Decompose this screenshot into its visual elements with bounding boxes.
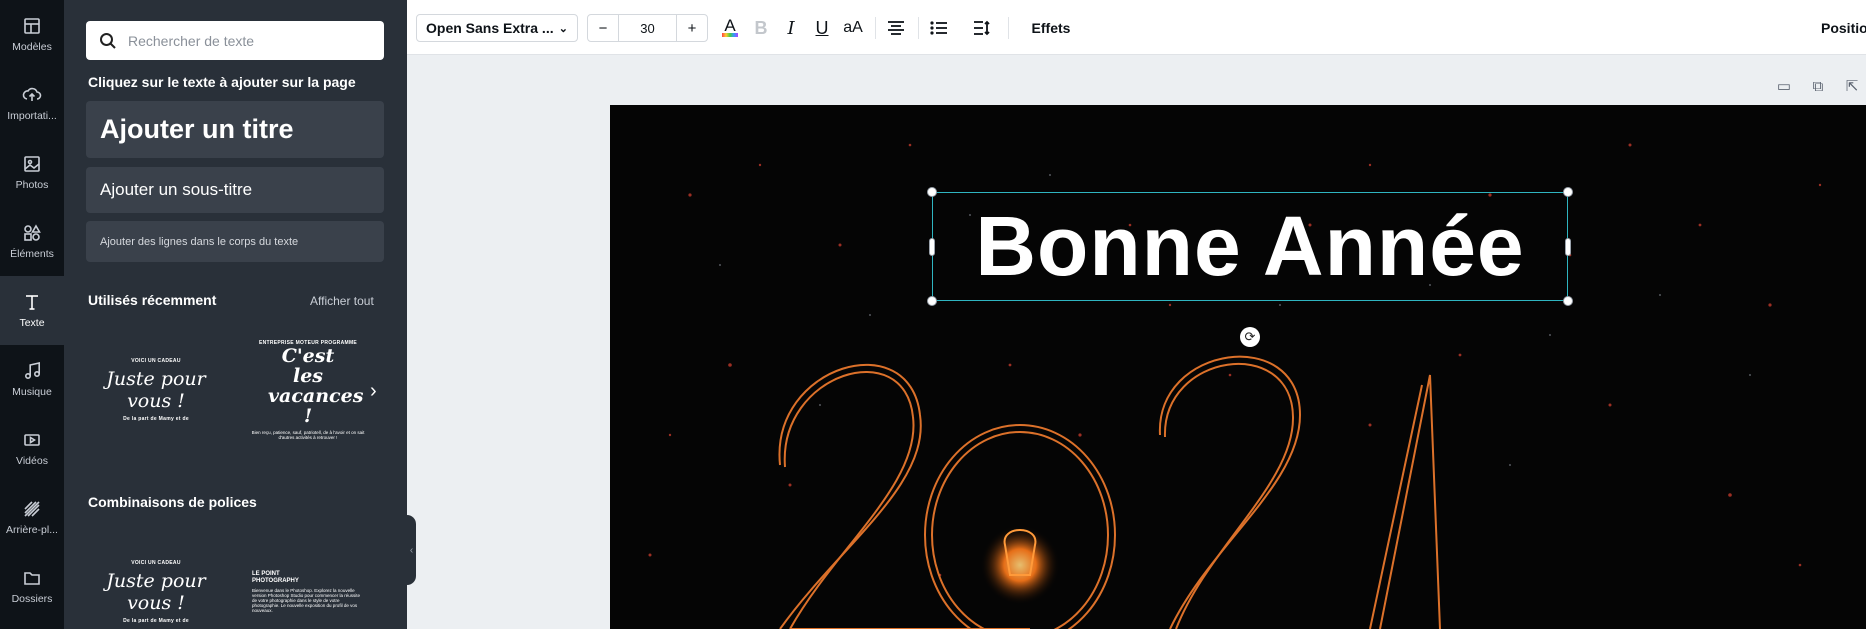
headline-text-box[interactable]: Bonne Année [932,192,1568,301]
toolbar-divider [918,17,919,39]
text-color-button[interactable]: A [716,14,744,42]
add-body-text-button[interactable]: Ajouter des lignes dans le corps du text… [86,221,384,262]
rail-label: Éléments [10,248,54,260]
bold-icon[interactable]: B [747,14,775,42]
text-toolbar: Open Sans Extra ... ⌄ − 30 + A B I U aA … [407,0,1866,55]
left-rail: Modèles Importati... Photos Éléments Tex… [0,0,64,629]
templates-icon [24,18,40,34]
photo-icon [24,156,40,172]
page-actions: ▭ ⧉ ⇱ [1775,77,1861,96]
effects-button[interactable]: Effets [1026,14,1076,42]
template-bottom-text: De la part de Mamy et de [123,416,189,422]
font-size-input[interactable]: 30 [618,15,677,41]
collapse-panel-button[interactable]: ‹ [407,515,416,585]
rail-item-text[interactable]: Texte [0,276,64,345]
background-icon [24,501,40,517]
rail-item-background[interactable]: Arrière-pl... [0,483,64,552]
rail-item-music[interactable]: Musique [0,345,64,414]
list-icon[interactable] [925,14,953,42]
panel-instruction: Cliquez sur le texte à ajouter sur la pa… [88,74,356,90]
design-canvas[interactable] [610,105,1866,629]
search-icon [100,32,116,49]
rail-label: Arrière-pl... [6,524,58,536]
video-icon [24,434,40,446]
recent-text-template[interactable]: ENTREPRISE MOTEUR PROGRAMME C'est les va… [246,340,370,440]
template-top-text: VOICI UN CADEAU [131,358,181,364]
resize-handle[interactable] [927,296,937,306]
font-combo-template[interactable]: LE POINT PHOTOGRAPHY Bienvenue dans le P… [246,542,370,629]
duplicate-page-icon[interactable]: ⧉ [1809,77,1827,95]
rail-item-photos[interactable]: Photos [0,138,64,207]
line-spacing-icon[interactable] [968,14,996,42]
align-center-glyph [888,21,904,35]
letter-case-icon[interactable]: aA [839,14,867,42]
increase-size-button[interactable]: + [677,15,707,41]
template-bottom-text: De la part de Mamy et de [123,618,189,624]
fireworks-2021-artwork [648,143,1822,629]
rail-label: Dossiers [11,593,53,605]
spacing-glyph [974,20,990,36]
add-subtitle-button[interactable]: Ajouter un sous-titre [86,167,384,213]
rail-item-folders[interactable]: Dossiers [0,552,64,621]
toolbar-divider [1008,17,1009,39]
add-title-button[interactable]: Ajouter un titre [86,101,384,158]
text-search-input[interactable]: Rechercher de texte [86,21,384,60]
text-panel: Rechercher de texte Cliquez sur le texte… [64,0,407,629]
font-family-value: Open Sans Extra ... [426,20,554,36]
recent-heading: Utilisés récemment [88,292,217,308]
resize-handle[interactable] [1563,296,1573,306]
template-main-text: C'est les vacances ! [268,345,364,427]
rail-label: Modèles [12,41,52,53]
rail-label: Vidéos [16,455,48,467]
template-body-text: Bienvenue dans le Photoshop. Explorez la… [252,588,361,613]
decrease-size-button[interactable]: − [588,15,618,41]
rail-label: Photos [15,179,49,191]
font-size-stepper: − 30 + [587,14,708,42]
italic-icon[interactable]: I [777,14,805,42]
template-main-text: Juste pour vous ! [106,368,206,412]
toolbar-divider [875,17,876,39]
resize-handle[interactable] [927,187,937,197]
resize-handle[interactable] [1563,187,1573,197]
template-main-text: Juste pour vous ! [106,570,206,614]
add-page-icon[interactable]: ⇱ [1843,77,1861,95]
position-button[interactable]: Positio [1821,14,1866,42]
font-combo-template[interactable]: VOICI UN CADEAU Juste pour vous ! De la … [94,542,218,629]
rail-label: Musique [12,386,52,398]
list-glyph [930,21,947,35]
side-resize-handle[interactable] [1565,238,1571,256]
side-resize-handle[interactable] [929,238,935,256]
chevron-down-icon: ⌄ [558,22,568,35]
note-icon[interactable]: ▭ [1775,77,1793,95]
rotate-icon[interactable]: ⟳ [1240,327,1260,347]
elements-icon [24,224,41,241]
music-icon [24,362,41,380]
rail-label: Texte [19,317,45,329]
font-combos-heading: Combinaisons de polices [88,494,257,510]
text-icon [26,295,38,310]
template-bottom-text: Bien reçu, patience, sauf, patriotell, d… [251,430,365,440]
rail-item-uploads[interactable]: Importati... [0,69,64,138]
recent-text-template[interactable]: VOICI UN CADEAU Juste pour vous ! De la … [94,340,218,440]
see-all-link[interactable]: Afficher tout [310,294,374,308]
template-top-text: VOICI UN CADEAU [131,560,181,566]
rail-item-templates[interactable]: Modèles [0,0,64,69]
chevron-right-icon[interactable]: › [370,380,377,403]
font-family-dropdown[interactable]: Open Sans Extra ... ⌄ [416,14,578,42]
search-placeholder: Rechercher de texte [128,32,255,49]
rail-label: Importati... [7,110,57,122]
align-center-icon[interactable] [882,14,910,42]
upload-icon [22,87,42,101]
text-color-icon: A [722,17,738,37]
rail-item-videos[interactable]: Vidéos [0,414,64,483]
folder-icon [24,572,40,585]
underline-icon[interactable]: U [808,14,836,42]
rail-item-elements[interactable]: Éléments [0,207,64,276]
template-title-text: LE POINT PHOTOGRAPHY [252,571,299,584]
